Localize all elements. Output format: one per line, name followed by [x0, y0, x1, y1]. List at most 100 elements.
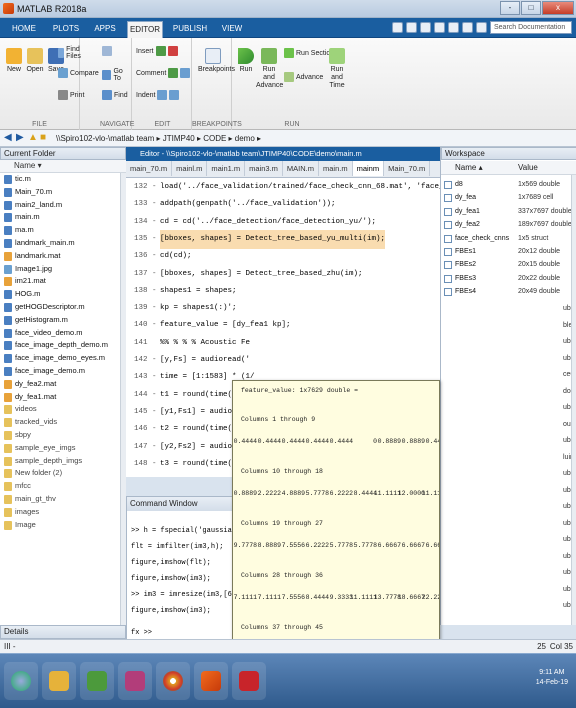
workspace-row-partial[interactable]: uble [441, 600, 575, 613]
search-documentation-input[interactable]: Search Documentation [490, 21, 572, 34]
forward-arrow-icon[interactable]: ▶ [16, 132, 24, 143]
taskbar-matlab[interactable] [194, 662, 228, 700]
editor-tab[interactable]: mainm [352, 161, 385, 176]
browse-folder-icon[interactable]: ■ [40, 132, 46, 143]
folder-item[interactable]: sbpy [0, 429, 120, 442]
comment-button[interactable]: Comment [136, 68, 191, 78]
cut-quick-icon[interactable] [406, 22, 417, 33]
insert-button[interactable]: Insert [136, 46, 178, 56]
workspace-row-partial[interactable]: uble [441, 518, 575, 531]
workspace-row[interactable]: FBEs1 20x12 double [441, 246, 571, 259]
folder-item[interactable]: sample_eye_imgs [0, 442, 120, 455]
file-item[interactable]: getHOGDescriptor.m [0, 301, 120, 314]
file-item[interactable]: main.m [0, 211, 120, 224]
close-button[interactable]: x [542, 1, 574, 15]
copy-quick-icon[interactable] [420, 22, 431, 33]
workspace-row[interactable]: face_check_cnns 1x5 struct [441, 233, 571, 246]
workspace-row-partial[interactable]: uble [441, 336, 575, 349]
file-item[interactable]: HOG.m [0, 288, 120, 301]
breakpoints-button[interactable]: Breakpoints [198, 48, 235, 74]
workspace-row[interactable]: dy_fea1 337x7697 double [441, 206, 572, 219]
workspace-row-partial[interactable]: uble [441, 402, 575, 415]
workspace-row-partial[interactable]: uble [441, 353, 575, 366]
save-quick-icon[interactable] [392, 22, 403, 33]
workspace-row-partial[interactable]: uble [441, 567, 575, 580]
folder-item[interactable]: New folder (2) [0, 467, 120, 480]
go-to-button[interactable]: Go To [102, 68, 131, 82]
file-item[interactable]: face_image_demo.m [0, 365, 120, 378]
taskbar-app-3[interactable] [80, 662, 114, 700]
workspace-row[interactable]: dy_fea 1x7689 cell [441, 192, 571, 205]
file-item[interactable]: Image1.jpg [0, 263, 120, 276]
start-button[interactable] [4, 662, 38, 700]
minimize-button[interactable]: - [500, 1, 520, 15]
taskbar-chrome[interactable] [156, 662, 190, 700]
system-clock[interactable]: 9:11 AM 14-Feb-19 [536, 668, 568, 688]
file-item[interactable]: face_image_demo_eyes.m [0, 352, 120, 365]
current-path[interactable]: \\Spiro102-vlo-\matlab team ▸ JTIMP40 ▸ … [56, 134, 261, 143]
file-item[interactable]: face_image_depth_demo.m [0, 339, 120, 352]
undo-quick-icon[interactable] [448, 22, 459, 33]
workspace-col-value[interactable]: Value [518, 161, 538, 174]
column-header-name[interactable]: Name ▾ [0, 160, 126, 173]
run-and-advance-button[interactable]: Run and Advance [256, 48, 283, 90]
workspace-row-partial[interactable]: ouble [441, 419, 575, 432]
tab-publish[interactable]: PUBLISH [170, 21, 210, 38]
folder-item[interactable]: mfcc [0, 480, 120, 493]
file-item[interactable]: dy_fea2.mat [0, 378, 120, 391]
file-item[interactable]: main2_land.m [0, 199, 120, 212]
tab-view[interactable]: VIEW [218, 21, 246, 38]
workspace-row-partial[interactable]: ble [441, 320, 572, 333]
workspace-row[interactable]: d8 1x569 double [441, 179, 571, 192]
editor-tab[interactable]: mainl.m [172, 161, 208, 176]
new-button[interactable]: New [4, 48, 24, 74]
workspace-row-partial[interactable]: uble [441, 435, 575, 448]
file-item[interactable]: tic.m [0, 173, 120, 186]
compare-button[interactable]: Compare [58, 68, 99, 78]
file-item[interactable]: landmark_main.m [0, 237, 120, 250]
editor-tab[interactable]: MAIN.m [283, 161, 319, 176]
back-arrow-icon[interactable]: ◀ [4, 132, 12, 143]
workspace-row-partial[interactable]: uble [441, 303, 575, 316]
open-button[interactable]: Open [25, 48, 45, 74]
folder-item[interactable]: videos [0, 403, 120, 416]
workspace-row-partial[interactable]: double [441, 386, 575, 399]
advance-button[interactable]: Advance [284, 72, 323, 82]
up-folder-icon[interactable]: ▲ [28, 132, 38, 143]
help-quick-icon[interactable] [476, 22, 487, 33]
workspace-row-partial[interactable]: uble [441, 551, 575, 564]
go-back-button[interactable] [102, 46, 112, 56]
tab-editor[interactable]: EDITOR [127, 21, 163, 38]
folder-item[interactable]: main_gt_thv [0, 493, 120, 506]
paste-quick-icon[interactable] [434, 22, 445, 33]
editor-tab[interactable]: main3.m [245, 161, 283, 176]
tab-home[interactable]: HOME [6, 21, 42, 38]
tab-plots[interactable]: PLOTS [48, 21, 84, 38]
file-item[interactable]: im21.mat [0, 275, 120, 288]
workspace-row[interactable]: FBEs4 20x49 double [441, 286, 571, 299]
file-item[interactable]: dy_fea1.mat [0, 391, 120, 404]
file-item[interactable]: face_video_demo.m [0, 327, 120, 340]
find-files-button[interactable]: Find Files [58, 46, 85, 60]
folder-item[interactable]: images [0, 506, 120, 519]
maximize-button[interactable]: □ [521, 1, 541, 15]
workspace-row-partial[interactable]: uble [441, 501, 575, 514]
file-item[interactable]: Main_70.m [0, 186, 120, 199]
workspace-row-partial[interactable]: ceObjectD... [441, 369, 575, 382]
print-button[interactable]: Print [58, 90, 84, 100]
workspace-row-partial[interactable]: uble [441, 534, 575, 547]
command-prompt[interactable]: fx >> [131, 629, 152, 637]
editor-tab[interactable]: main.m [319, 161, 353, 176]
run-button[interactable]: Run [236, 48, 256, 74]
editor-tab[interactable]: main_70.m [126, 161, 173, 176]
details-panel[interactable]: Details [0, 625, 126, 639]
workspace-scrollbar[interactable] [571, 175, 576, 625]
editor-tab[interactable]: Main_70.m [384, 161, 431, 176]
folder-item[interactable]: tracked_vids [0, 416, 120, 429]
workspace-row-partial[interactable]: uble [441, 468, 575, 481]
file-item[interactable]: getHistogram.m [0, 314, 120, 327]
file-item[interactable]: landmark.mat [0, 250, 120, 263]
workspace-row-partial[interactable]: luint8 [441, 452, 575, 465]
workspace-row-partial[interactable]: uble [441, 485, 575, 498]
folder-item[interactable]: sample_depth_imgs [0, 455, 120, 468]
